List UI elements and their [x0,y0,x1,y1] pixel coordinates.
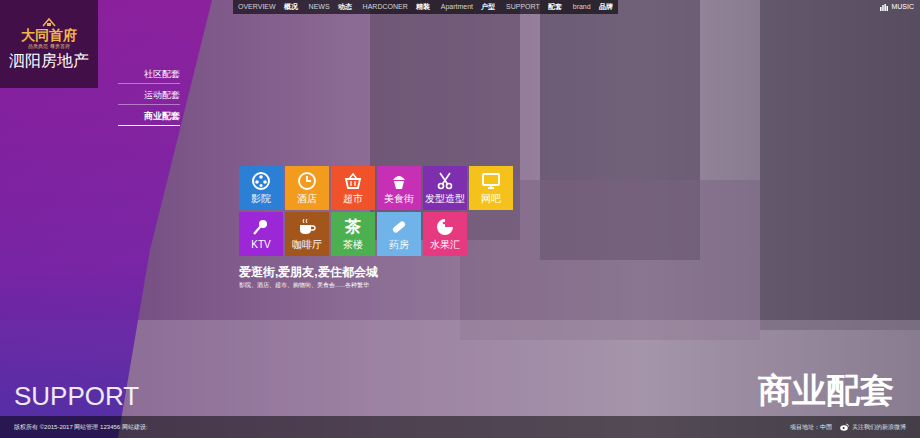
nav-item-en: SUPPORT [506,2,540,13]
section-zh: 商业配套 [758,370,906,410]
nav-item-zh: 精装 [416,2,430,13]
footer-address: 项目地址：中国 [790,423,832,432]
weibo-icon [840,423,849,431]
nav-item-zh: 概况 [284,2,298,13]
nav-row: OVERVIEW 概况 NEWS 动态 HARDCONER 精装 Apartment 户型 SU… [180,0,920,14]
nav-item-zh: 动态 [338,2,352,13]
nav-item-en: NEWS [309,2,330,13]
logo-subtitle: 泗阳房地产 [9,51,89,71]
section-en: SUPPORT [14,382,139,410]
facility-tile[interactable]: 超市 [331,166,375,210]
logo-house-icon [42,17,56,27]
facility-tile[interactable]: 美食街 [377,166,421,210]
main: OVERVIEW 概况 NEWS 动态 HARDCONER 精装 Apartment 户型 SU… [180,0,920,370]
section-heading-row: SUPPORT 商业配套 [0,370,920,416]
weibo-label: 关注我们的新浪微博 [852,423,906,432]
facility-icon [389,171,409,191]
facility-label: 发型造型 [425,193,465,205]
facility-tile[interactable]: 酒店 [285,166,329,210]
nav-item-zh: 配套 [548,2,562,13]
facility-label: 网吧 [481,193,501,205]
facility-tile[interactable]: 发型造型 [423,166,467,210]
nav-item-zh: 户型 [481,2,495,13]
facility-icon [251,217,271,237]
facility-icon [343,171,363,191]
music-toggle[interactable]: MUSIC [880,0,914,14]
footer-copyright: 版权所有 ©2015-2017 网站管理 123456 网站建设: [14,423,147,432]
facility-icon [297,171,317,191]
nav-item-zh: 品牌 [599,2,613,13]
facility-tile[interactable]: KTV [239,212,283,256]
top-nav: OVERVIEW 概况 NEWS 动态 HARDCONER 精装 Apartment 户型 SU… [233,0,618,14]
facility-tile[interactable]: 茶茶楼 [331,212,375,256]
slogan: 爱逛街,爱朋友,爱住都会城影院、酒店、超市、购物街、美食会......各种繁华 [239,264,920,290]
facility-label: 美食街 [384,193,414,205]
tea-glyph: 茶 [345,217,361,237]
facility-label: 茶楼 [343,239,363,251]
side-menu-item[interactable]: 运动配套 [118,89,180,105]
nav-item[interactable]: HARDCONER 精装 [363,2,430,13]
nav-item-en: OVERVIEW [238,2,276,13]
facility-label: 影院 [251,193,271,205]
facility-label: 咖啡厅 [292,239,322,251]
facility-tile[interactable]: 药房 [377,212,421,256]
facility-grid: 影院酒店超市美食街发型造型网吧KTV咖啡厅茶茶楼药房水果汇 [239,166,920,256]
footer: 版权所有 ©2015-2017 网站管理 123456 网站建设: 项目地址：中国… [0,416,920,438]
facility-label: KTV [251,239,270,251]
side-menu-item[interactable]: 商业配套 [118,110,180,126]
nav-item-en: Apartment [441,2,473,13]
footer-right: 项目地址：中国 关注我们的新浪微博 [790,423,906,432]
nav-item[interactable]: OVERVIEW 概况 [238,2,298,13]
weibo-link[interactable]: 关注我们的新浪微博 [840,423,906,432]
side-menu-item[interactable]: 社区配套 [118,68,180,84]
facility-icon [389,217,409,237]
logo-tagline: 品质典范 尊贵首府 [28,43,69,50]
slogan-subtitle: 影院、酒店、超市、购物街、美食会......各种繁华 [239,281,920,290]
nav-item[interactable]: SUPPORT 配套 [506,2,562,13]
nav-item-en: HARDCONER [363,2,408,13]
page: 大同首府品质典范 尊贵首府泗阳房地产社区配套运动配套商业配套 OVERVIEW 概况… [0,0,920,438]
facility-tile[interactable]: 水果汇 [423,212,467,256]
logo[interactable]: 大同首府品质典范 尊贵首府泗阳房地产 [0,0,98,88]
nav-item-en: brand [573,2,591,13]
facility-icon [435,171,455,191]
facility-icon [251,171,271,191]
facility-label: 超市 [343,193,363,205]
facility-tile[interactable]: 咖啡厅 [285,212,329,256]
music-label: MUSIC [891,2,914,13]
facility-icon [481,171,501,191]
facility-label: 药房 [389,239,409,251]
nav-item[interactable]: NEWS 动态 [309,2,352,13]
facility-label: 酒店 [297,193,317,205]
nav-item[interactable]: brand 品牌 [573,2,613,13]
facility-label: 水果汇 [430,239,460,251]
logo-title: 大同首府 [21,27,77,43]
music-bars-icon [880,4,888,11]
top-area: 大同首府品质典范 尊贵首府泗阳房地产社区配套运动配套商业配套 OVERVIEW 概况… [0,0,920,370]
facility-icon [435,217,455,237]
facility-tile[interactable]: 影院 [239,166,283,210]
nav-item[interactable]: Apartment 户型 [441,2,495,13]
facility-tile[interactable]: 网吧 [469,166,513,210]
slogan-title: 爱逛街,爱朋友,爱住都会城 [239,264,920,280]
facility-icon [297,217,317,237]
side-menu: 社区配套运动配套商业配套 [98,0,180,370]
